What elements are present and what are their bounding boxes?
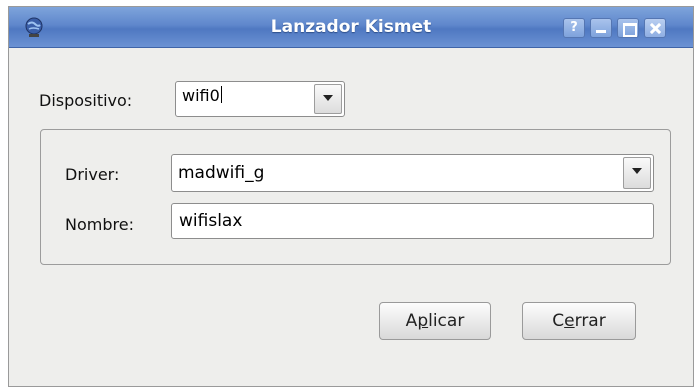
title-bar[interactable]: Lanzador Kismet ? (9, 7, 693, 48)
close-window-button[interactable] (644, 18, 666, 38)
driver-dropdown-button[interactable] (623, 157, 651, 189)
driver-settings-group (40, 129, 671, 265)
nombre-value[interactable]: wifislax (179, 211, 242, 231)
close-mnemonic: e (564, 311, 575, 331)
dispositivo-dropdown-button[interactable] (314, 84, 342, 114)
help-button[interactable]: ? (563, 18, 585, 38)
driver-combobox[interactable]: madwifi_g (171, 154, 654, 192)
chevron-down-icon (632, 168, 642, 174)
close-button[interactable]: Cerrar (522, 302, 636, 340)
nombre-input[interactable]: wifislax (171, 203, 654, 239)
driver-label: Driver: (65, 165, 120, 184)
maximize-button[interactable] (617, 18, 639, 38)
dispositivo-combobox[interactable]: wifi0 (175, 81, 345, 117)
driver-value[interactable]: madwifi_g (178, 163, 264, 183)
maximize-icon (623, 23, 637, 37)
apply-mnemonic: p (417, 311, 429, 331)
minimize-icon (596, 30, 606, 33)
nombre-label: Nombre: (65, 215, 134, 234)
chevron-down-icon (323, 95, 333, 101)
dispositivo-label: Dispositivo: (39, 91, 133, 110)
apply-button[interactable]: Aplicar (379, 302, 491, 340)
kismet-launcher-window: Lanzador Kismet ? Dispositivo: wifi0 Dri… (8, 6, 694, 387)
text-cursor (220, 86, 222, 103)
dispositivo-value[interactable]: wifi0 (182, 86, 222, 105)
minimize-button[interactable] (590, 18, 612, 38)
